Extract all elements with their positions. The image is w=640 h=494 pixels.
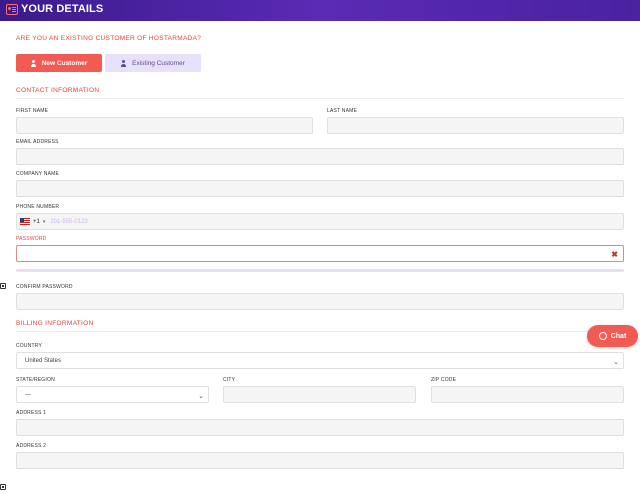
caret-down-icon[interactable]: ▾ xyxy=(43,219,46,225)
address1-input[interactable] xyxy=(16,419,624,436)
password-strength-bar xyxy=(16,269,624,272)
address2-label: ADDRESS 2 xyxy=(16,443,47,449)
page-title: YOUR DETAILS xyxy=(21,3,104,15)
error-x-icon: ✖ xyxy=(611,250,618,259)
country-value: United States xyxy=(25,357,62,364)
state-label: STATE/REGION xyxy=(16,377,55,383)
new-customer-label: New Customer xyxy=(41,59,88,67)
us-flag-icon[interactable] xyxy=(20,218,30,225)
first-name-label: FIRST NAME xyxy=(16,108,49,114)
address1-label: ADDRESS 1 xyxy=(16,410,47,416)
confirm-password-label: CONFIRM PASSWORD xyxy=(16,284,73,290)
company-label: COMPANY NAME xyxy=(16,171,60,177)
side-toggle-icon[interactable] xyxy=(0,283,6,289)
first-name-input[interactable] xyxy=(16,117,313,134)
chat-button[interactable]: Chat xyxy=(587,325,638,347)
address2-input[interactable] xyxy=(16,452,624,469)
last-name-label: LAST NAME xyxy=(327,108,358,114)
phone-input[interactable]: +1 ▾ 201-555-0123 xyxy=(16,213,624,230)
country-select[interactable]: United States ⌄ xyxy=(16,352,624,369)
section-divider xyxy=(16,331,624,332)
page-header: YOUR DETAILS xyxy=(0,0,640,21)
email-input[interactable] xyxy=(16,148,624,165)
state-value: --- xyxy=(25,391,31,398)
user-check-icon xyxy=(121,59,129,67)
state-select[interactable]: --- ⌄ xyxy=(16,386,209,403)
last-name-input[interactable] xyxy=(327,117,624,134)
city-input[interactable] xyxy=(223,386,416,403)
chat-bubble-icon xyxy=(598,332,607,340)
email-label: EMAIL ADDRESS xyxy=(16,139,59,145)
user-plus-icon xyxy=(30,59,39,67)
existing-customer-question: ARE YOU AN EXISTING CUSTOMER OF HOSTARMA… xyxy=(16,35,202,42)
phone-label: PHONE NUMBER xyxy=(16,204,60,210)
chevron-down-icon: ⌄ xyxy=(613,359,619,366)
password-label: PASSWORD xyxy=(16,236,47,242)
city-label: CITY xyxy=(223,377,236,383)
contact-section-title: CONTACT INFORMATION xyxy=(16,87,100,94)
country-label: COUNTRY xyxy=(16,343,43,349)
confirm-password-input[interactable] xyxy=(16,293,624,310)
phone-country-code[interactable]: +1 xyxy=(33,219,40,225)
zip-input[interactable] xyxy=(431,386,624,403)
password-input[interactable]: ✖ xyxy=(16,245,624,262)
company-input[interactable] xyxy=(16,180,624,197)
id-card-icon xyxy=(6,4,18,15)
existing-customer-button[interactable]: Existing Customer xyxy=(105,54,201,72)
side-toggle-icon[interactable] xyxy=(0,484,6,490)
section-divider xyxy=(16,98,624,99)
chat-label: Chat xyxy=(610,332,627,340)
zip-label: ZIP CODE xyxy=(431,377,457,383)
billing-section-title: BILLING INFORMATION xyxy=(16,320,94,327)
phone-placeholder: 201-555-0123 xyxy=(50,218,88,225)
existing-customer-label: Existing Customer xyxy=(132,59,185,67)
new-customer-button[interactable]: New Customer xyxy=(16,54,102,72)
chevron-down-icon: ⌄ xyxy=(198,393,204,400)
